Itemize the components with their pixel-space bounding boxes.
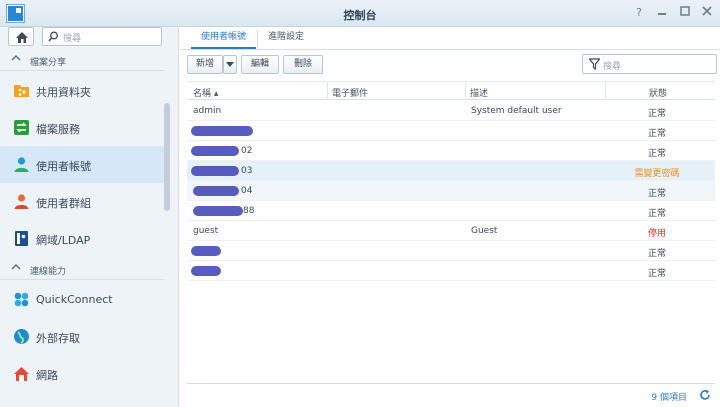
section-connectivity[interactable]: 連線能力 [0, 259, 164, 279]
group-icon [14, 194, 29, 209]
cell-status: 需變更密碼 [634, 169, 680, 179]
user-icon [14, 157, 29, 172]
redaction-mark [191, 246, 221, 256]
cell-status: 正常 [647, 249, 666, 259]
close-icon[interactable] [700, 6, 714, 20]
delete-button[interactable]: 刪除 [283, 55, 323, 74]
domain-ldap-icon [15, 231, 28, 246]
edit-button[interactable]: 編輯 [241, 55, 279, 74]
redaction-mark [191, 126, 253, 136]
file-services-icon [14, 120, 29, 135]
chevron-up-icon [11, 263, 21, 274]
chevron-up-icon [11, 54, 21, 65]
tab-advanced-settings[interactable]: 進階設定 [257, 30, 314, 49]
network-icon [14, 367, 29, 381]
cell-description: Guest [471, 226, 498, 236]
table-row[interactable]: 正常 [187, 261, 715, 281]
sidebar-scrollbar[interactable] [164, 103, 170, 211]
sidebar-item-domain-ldap[interactable]: 網域/LDAP [0, 220, 164, 257]
table-row[interactable]: 88 正常 [187, 201, 715, 221]
create-button[interactable]: 新增 [187, 55, 223, 74]
redaction-mark [193, 186, 239, 196]
filter-icon [588, 58, 601, 73]
cell-name: admin [193, 106, 222, 116]
maximize-icon[interactable] [678, 6, 692, 20]
sidebar-item-label: 使用者群組 [36, 197, 91, 210]
sidebar-item-label: 檔案服務 [36, 123, 80, 136]
table-row[interactable]: 正常 [187, 121, 715, 141]
cell-description: System default user [471, 106, 562, 116]
table-row[interactable]: admin System default user 正常 [187, 101, 715, 121]
quickconnect-icon [14, 292, 29, 307]
tab-user-accounts[interactable]: 使用者帳號 [191, 30, 257, 49]
caret-down-icon [226, 62, 234, 67]
filter-placeholder: 搜尋 [603, 62, 622, 72]
tab-bar: 使用者帳號 進階設定 [179, 27, 720, 50]
column-header-status[interactable]: 狀態 [649, 86, 667, 99]
sidebar-item-quickconnect[interactable]: QuickConnect [0, 281, 164, 318]
sidebar-item-label: 共用資料夾 [36, 86, 91, 99]
refresh-icon[interactable] [699, 389, 711, 404]
sidebar-item-file-services[interactable]: 檔案服務 [0, 109, 164, 146]
column-header-email[interactable]: 電子郵件 [332, 86, 368, 99]
table-row[interactable]: guest Guest 停用 [187, 221, 715, 241]
table-header: 名稱 ▴ 電子郵件 描述 狀態 [187, 81, 715, 100]
column-header-description[interactable]: 描述 [470, 86, 488, 99]
redaction-mark [191, 146, 239, 156]
cell-name: guest [193, 226, 219, 236]
shared-folder-icon [14, 85, 29, 97]
sidebar-item-label: 外部存取 [36, 332, 80, 345]
sidebar-search-input[interactable]: 搜尋 [42, 27, 162, 46]
cell-status: 正常 [647, 269, 666, 279]
cell-status: 正常 [647, 109, 666, 119]
sidebar: 搜尋 檔案分享 共用資料夾 檔案服務 使用者帳號 使用者群組 網域/LDAP 連… [0, 27, 172, 407]
main-panel: 使用者帳號 進階設定 新增 編輯 刪除 搜尋 名稱 ▴ 電子郵件 描述 狀態 a… [178, 27, 720, 407]
sidebar-item-label: 網域/LDAP [36, 234, 91, 247]
search-icon [48, 31, 59, 45]
redaction-mark [193, 206, 243, 216]
sidebar-item-label: 網路 [36, 369, 58, 382]
table-row[interactable]: 04 正常 [187, 181, 715, 201]
sidebar-item-label: QuickConnect [36, 293, 113, 306]
section-label: 連線能力 [30, 267, 67, 277]
home-icon [16, 32, 28, 43]
sidebar-item-user[interactable]: 使用者帳號 [0, 146, 164, 183]
cell-name: 02 [241, 146, 253, 156]
window-title: 控制台 [343, 9, 377, 22]
sidebar-item-network[interactable]: 網路 [0, 355, 164, 392]
cell-status: 停用 [647, 229, 666, 239]
cell-name: 04 [241, 186, 253, 196]
cell-status: 正常 [647, 149, 666, 159]
help-icon[interactable]: ? [632, 6, 646, 20]
title-bar: 控制台 ? [0, 0, 720, 27]
sidebar-item-shared-folder[interactable]: 共用資料夾 [0, 72, 164, 109]
table-row[interactable]: 02 正常 [187, 141, 715, 161]
cell-status: 正常 [647, 129, 666, 139]
external-access-icon [14, 329, 29, 344]
section-file-sharing[interactable]: 檔案分享 [0, 50, 164, 70]
sidebar-item-label: 使用者帳號 [36, 160, 91, 173]
table-row[interactable]: 正常 [187, 241, 715, 261]
redaction-mark [191, 166, 239, 176]
cell-name: 88 [243, 206, 255, 216]
sidebar-item-group[interactable]: 使用者群組 [0, 183, 164, 220]
minimize-icon[interactable] [655, 6, 669, 20]
column-header-name[interactable]: 名稱 ▴ [193, 86, 218, 99]
item-count: 9 個項目 [651, 393, 687, 403]
filter-input[interactable]: 搜尋 [582, 54, 717, 74]
sidebar-item-external-access[interactable]: 外部存取 [0, 318, 164, 355]
redaction-mark [191, 266, 221, 276]
sidebar-search-placeholder: 搜尋 [63, 34, 82, 44]
cell-status: 正常 [647, 189, 666, 199]
home-button[interactable] [8, 27, 34, 46]
cell-status: 正常 [647, 209, 666, 219]
cell-name: 03 [241, 166, 253, 176]
table-row[interactable]: 03 需變更密碼 [187, 161, 715, 181]
section-label: 檔案分享 [30, 58, 67, 68]
table-footer: 9 個項目 [187, 383, 715, 405]
create-dropdown-button[interactable] [223, 55, 237, 74]
